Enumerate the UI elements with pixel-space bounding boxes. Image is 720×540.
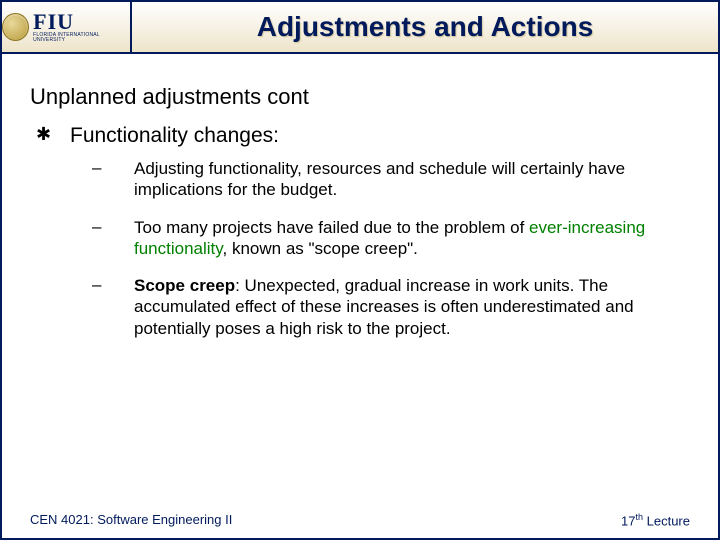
sub-item-a: Adjusting functionality, resources and s… [134,158,682,201]
list-item: – Scope creep: Unexpected, gradual incre… [92,275,682,339]
dash-icon: – [92,158,134,178]
sub-item-b: Too many projects have failed due to the… [134,217,682,260]
bullet-asterisk-icon: ✱ [30,124,70,145]
slide-footer: CEN 4021: Software Engineering II 17th L… [2,512,718,528]
dash-icon: – [92,275,134,295]
title-container: Adjustments and Actions [132,2,718,52]
lecture-label: Lecture [643,513,690,528]
bullet-item: ✱ Functionality changes: [30,124,690,148]
footer-left: CEN 4021: Software Engineering II [30,512,232,528]
sub-b-post: , known as "scope creep". [223,239,418,258]
slide-body: Unplanned adjustments cont ✱ Functionali… [2,54,718,339]
slide-title: Adjustments and Actions [257,11,594,43]
section-heading: Unplanned adjustments cont [30,84,690,110]
sub-b-pre: Too many projects have failed due to the… [134,218,529,237]
footer-right: 17th Lecture [621,512,690,528]
list-item: – Adjusting functionality, resources and… [92,158,682,201]
logo-acronym: FIU [33,11,130,33]
list-item: – Too many projects have failed due to t… [92,217,682,260]
dash-icon: – [92,217,134,237]
bullet-label: Functionality changes: [70,124,690,148]
slide-header: FIU FLORIDA INTERNATIONAL UNIVERSITY Adj… [2,2,718,54]
lecture-number: 17 [621,513,635,528]
lecture-ordinal: th [636,512,644,522]
sub-item-c: Scope creep: Unexpected, gradual increas… [134,275,682,339]
logo-text: FIU FLORIDA INTERNATIONAL UNIVERSITY [33,11,130,43]
sub-bullet-list: – Adjusting functionality, resources and… [30,158,690,339]
sub-c-term: Scope creep [134,276,235,295]
logo-full-name: FLORIDA INTERNATIONAL UNIVERSITY [33,33,130,43]
logo-box: FIU FLORIDA INTERNATIONAL UNIVERSITY [2,2,132,52]
university-seal-icon [2,13,29,41]
